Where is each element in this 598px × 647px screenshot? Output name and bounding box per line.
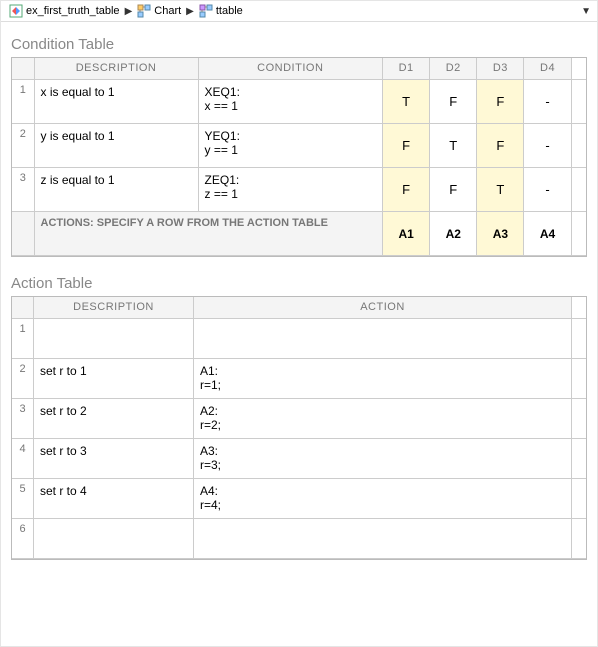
cell-tail [572, 319, 586, 359]
row-index: 1 [12, 80, 35, 124]
condition-table-title: Condition Table [11, 36, 587, 53]
cell-tail [572, 399, 586, 439]
cell-action-ref[interactable]: A4 [524, 212, 571, 256]
col-d3[interactable]: D3 [477, 58, 524, 80]
cell-action-ref[interactable]: A1 [383, 212, 430, 256]
cell-tail [572, 212, 586, 256]
cell-tail [572, 479, 586, 519]
col-d1[interactable]: D1 [383, 58, 430, 80]
cell-decision[interactable]: F [383, 124, 430, 168]
col-action[interactable]: ACTION [194, 297, 572, 319]
cell-decision[interactable]: T [477, 168, 524, 212]
cell-description[interactable]: set r to 2 [34, 399, 194, 439]
cell-decision[interactable]: T [430, 124, 477, 168]
table-header-row: DESCRIPTION ACTION [12, 297, 586, 319]
cell-description[interactable]: set r to 3 [34, 439, 194, 479]
row-index: 4 [12, 439, 34, 479]
cell-action[interactable]: A2: r=2; [194, 399, 572, 439]
cell-action[interactable] [194, 519, 572, 559]
table-row: 3set r to 2A2: r=2; [12, 399, 586, 439]
cell-action[interactable] [194, 319, 572, 359]
cell-action-ref[interactable]: A3 [477, 212, 524, 256]
row-index: 6 [12, 519, 34, 559]
cell-decision[interactable]: - [524, 124, 571, 168]
row-index: 3 [12, 399, 34, 439]
cell-action-ref[interactable]: A2 [430, 212, 477, 256]
row-index: 5 [12, 479, 34, 519]
col-index [12, 58, 35, 80]
col-description[interactable]: DESCRIPTION [35, 58, 199, 80]
cell-condition[interactable]: ZEQ1: z == 1 [199, 168, 384, 212]
breadcrumb-item-model[interactable]: ex_first_truth_table [7, 3, 122, 19]
cell-decision[interactable]: F [383, 168, 430, 212]
breadcrumb-item-ttable[interactable]: ttable [197, 3, 245, 19]
action-table-title: Action Table [11, 275, 587, 292]
actions-row: ACTIONS: SPECIFY A ROW FROM THE ACTION T… [12, 212, 586, 256]
chevron-right-icon: ▶ [125, 6, 133, 17]
breadcrumb-item-chart[interactable]: Chart [135, 3, 183, 19]
cell-action[interactable]: A3: r=3; [194, 439, 572, 479]
cell-decision[interactable]: - [524, 168, 571, 212]
col-tail [572, 297, 586, 319]
cell-decision[interactable]: - [524, 80, 571, 124]
chart-icon [137, 4, 151, 18]
cell-action[interactable]: A4: r=4; [194, 479, 572, 519]
col-tail [572, 58, 586, 80]
action-table-panel: Action Table DESCRIPTION ACTION 12set r … [1, 261, 597, 564]
condition-table[interactable]: DESCRIPTION CONDITION D1 D2 D3 D4 1x is … [11, 57, 587, 257]
cell-tail [572, 519, 586, 559]
breadcrumb-dropdown[interactable]: ▼ [581, 6, 591, 17]
breadcrumb-label: Chart [154, 5, 181, 17]
cell-tail [572, 168, 586, 212]
cell-tail [572, 439, 586, 479]
cell-description[interactable] [34, 519, 194, 559]
action-table[interactable]: DESCRIPTION ACTION 12set r to 1A1: r=1;3… [11, 296, 587, 560]
cell-description[interactable]: set r to 1 [34, 359, 194, 399]
row-index: 1 [12, 319, 34, 359]
breadcrumb-label: ttable [216, 5, 243, 17]
col-condition[interactable]: CONDITION [199, 58, 384, 80]
cell-decision[interactable]: F [430, 80, 477, 124]
cell-tail [572, 359, 586, 399]
chevron-right-icon: ▶ [186, 6, 194, 17]
table-row: 2y is equal to 1YEQ1: y == 1FTF- [12, 124, 586, 168]
cell-description[interactable]: x is equal to 1 [35, 80, 199, 124]
condition-table-panel: Condition Table DESCRIPTION CONDITION D1… [1, 22, 597, 261]
row-index: 2 [12, 124, 35, 168]
cell-condition[interactable]: XEQ1: x == 1 [199, 80, 384, 124]
row-index [12, 212, 35, 256]
cell-tail [572, 80, 586, 124]
breadcrumb: ex_first_truth_table ▶ Chart ▶ ttable ▼ [1, 1, 597, 22]
cell-description[interactable]: set r to 4 [34, 479, 194, 519]
col-index [12, 297, 34, 319]
cell-description[interactable]: z is equal to 1 [35, 168, 199, 212]
col-d4[interactable]: D4 [524, 58, 571, 80]
cell-action[interactable]: A1: r=1; [194, 359, 572, 399]
cell-decision[interactable]: F [477, 80, 524, 124]
cell-decision[interactable]: T [383, 80, 430, 124]
table-row: 5set r to 4A4: r=4; [12, 479, 586, 519]
ttable-icon [199, 4, 213, 18]
actions-label: ACTIONS: SPECIFY A ROW FROM THE ACTION T… [35, 212, 384, 256]
table-row: 1x is equal to 1XEQ1: x == 1TFF- [12, 80, 586, 124]
table-row: 3z is equal to 1ZEQ1: z == 1FFT- [12, 168, 586, 212]
cell-description[interactable]: y is equal to 1 [35, 124, 199, 168]
table-row: 4set r to 3A3: r=3; [12, 439, 586, 479]
cell-decision[interactable]: F [477, 124, 524, 168]
col-description[interactable]: DESCRIPTION [34, 297, 194, 319]
col-d2[interactable]: D2 [430, 58, 477, 80]
row-index: 2 [12, 359, 34, 399]
breadcrumb-label: ex_first_truth_table [26, 5, 120, 17]
model-icon [9, 4, 23, 18]
cell-description[interactable] [34, 319, 194, 359]
table-row: 1 [12, 319, 586, 359]
row-index: 3 [12, 168, 35, 212]
table-row: 6 [12, 519, 586, 559]
table-row: 2set r to 1A1: r=1; [12, 359, 586, 399]
cell-tail [572, 124, 586, 168]
cell-condition[interactable]: YEQ1: y == 1 [199, 124, 384, 168]
table-header-row: DESCRIPTION CONDITION D1 D2 D3 D4 [12, 58, 586, 80]
cell-decision[interactable]: F [430, 168, 477, 212]
